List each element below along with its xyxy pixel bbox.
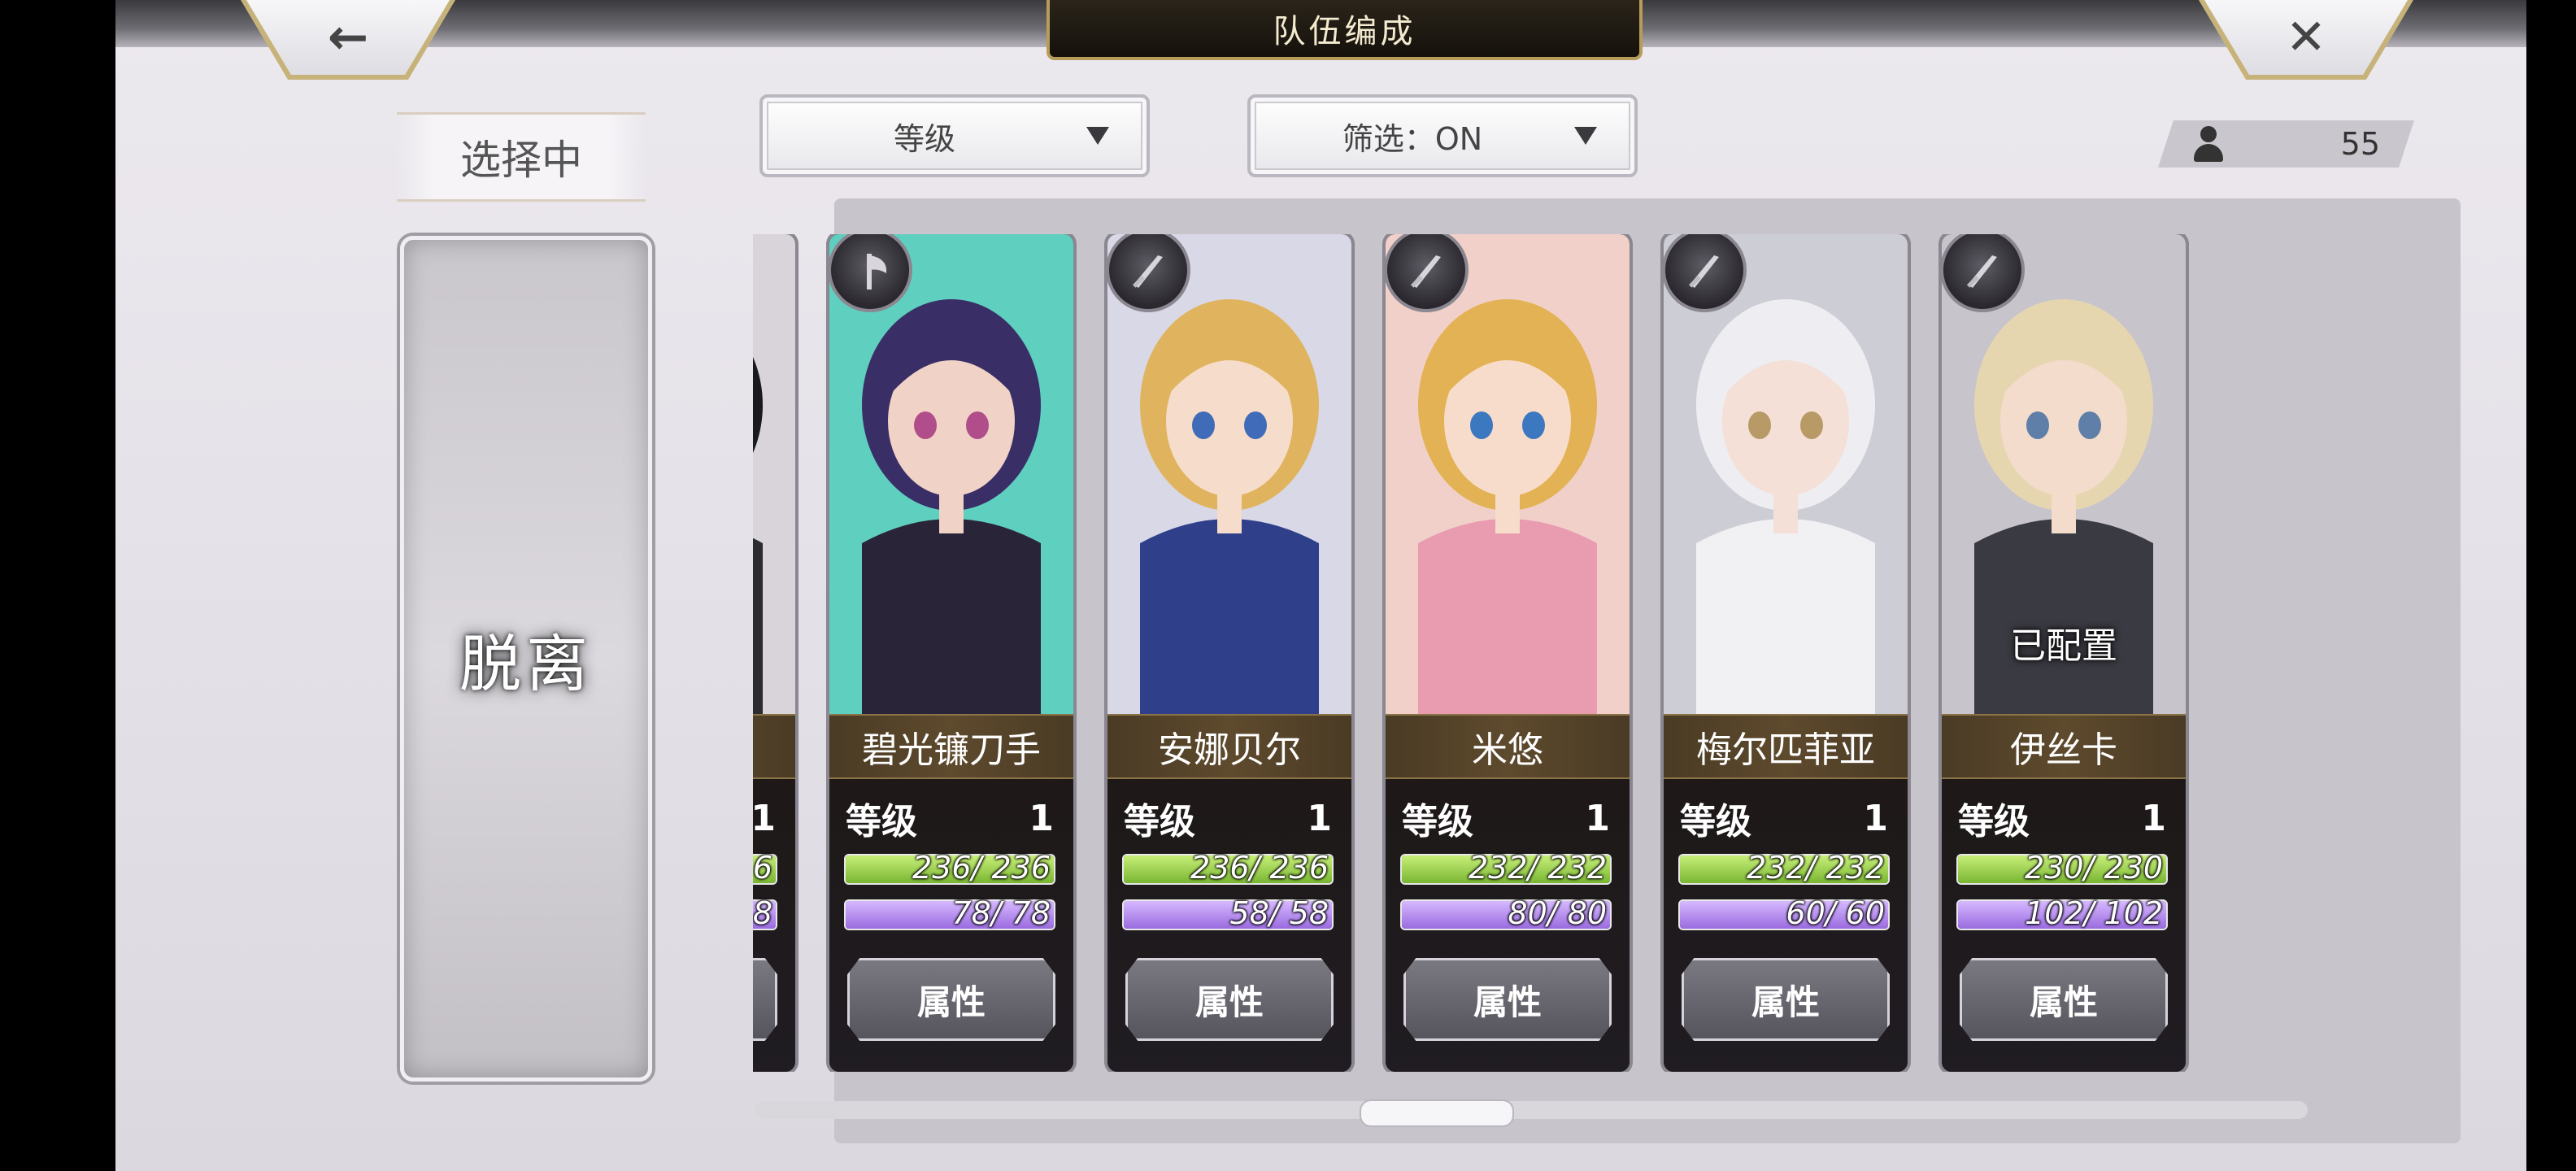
character-card[interactable]: 安娜贝尔等级 1 236/ 236 58/ 58 属性 [1107,234,1351,1072]
party-count-badge: 55 [2158,120,2414,168]
level-row: 等级 1 [1402,795,1610,843]
mp-value: 58/ 58 [1229,895,1329,931]
hp-value: 232/ 232 [1469,850,1607,886]
attributes-button[interactable]: 属性 [753,958,777,1041]
mp-value: 102/ 102 [2025,895,2163,931]
carousel-scroll-track[interactable] [755,1101,2308,1119]
level-value: 1 [1863,797,1888,839]
attributes-button[interactable]: 属性 [1125,958,1334,1041]
carousel-scroll-thumb[interactable] [1360,1099,1514,1127]
character-name: 碧光镰刀手 [829,714,1073,779]
level-label: 等级 [1680,801,1751,842]
person-icon [2192,126,2225,162]
level-value: 1 [2141,797,2166,839]
chevron-down-icon [1574,127,1597,145]
level-label: 等级 [846,801,917,842]
character-card[interactable]: 米悠等级 1 232/ 232 80/ 80 属性 [1386,234,1630,1072]
hp-value: 236/ 236 [912,850,1051,886]
hp-value: 232/ 232 [1747,850,1885,886]
level-row: 等级 1 [1124,795,1332,843]
mp-value: 78/ 78 [951,895,1051,931]
character-name: 伊丝卡 [1942,714,2186,779]
level-row: 等级 1 [846,795,1054,843]
sort-dropdown[interactable]: 等级 [759,94,1150,177]
character-info: 米悠等级 1 232/ 232 80/ 80 属性 [1386,714,1630,1072]
sort-dropdown-value: 等级 [893,120,955,157]
character-name: 米悠 [1386,714,1630,779]
close-button[interactable]: ✕ [2204,0,2408,75]
level-row: 等级1 [753,795,776,841]
character-name: 桔梗 [753,714,795,779]
mp-value: 80/ 80 [1508,895,1607,931]
close-icon: ✕ [2285,9,2327,66]
filter-dropdown[interactable]: 筛选：ON [1247,94,1638,177]
character-portrait [753,234,795,722]
leave-label: 脱离 [459,628,593,700]
character-name: 梅尔匹菲亚 [1664,714,1908,779]
back-arrow-icon: ← [327,9,369,66]
hp-value: 236/ 236 [753,850,772,886]
character-card[interactable]: 已配置伊丝卡等级 1 230/ 230 102/ 102 属性 [1942,234,2186,1072]
character-info: 桔梗等级1 236/ 236 58/ 58 属性 [753,714,795,1072]
character-carousel[interactable]: 桔梗等级1236/ 23658/ 58属性碧光镰刀手等级1236/ 23678/… [753,234,2306,1072]
back-button[interactable]: ← [246,0,450,75]
party-count: 55 [2340,126,2380,162]
level-value: 1 [1585,797,1610,839]
chevron-down-icon [1086,127,1109,145]
character-card[interactable]: 碧光镰刀手等级 1 236/ 236 78/ 78 属性 [829,234,1073,1072]
attributes-button[interactable]: 属性 [1960,958,2168,1041]
level-value: 1 [753,797,776,839]
page-title: 队伍编成 [1046,0,1643,60]
level-value: 1 [1029,797,1054,839]
character-card[interactable]: 梅尔匹菲亚等级 1 232/ 232 60/ 60 属性 [1664,234,1908,1072]
character-info: 梅尔匹菲亚等级 1 232/ 232 60/ 60 属性 [1664,714,1908,1072]
mp-value: 60/ 60 [1786,895,1885,931]
character-card[interactable]: 桔梗等级1 236/ 236 58/ 58 属性 [753,234,795,1072]
hp-value: 230/ 230 [2025,850,2163,886]
character-info: 安娜贝尔等级 1 236/ 236 58/ 58 属性 [1107,714,1351,1072]
level-label: 等级 [1958,801,2030,842]
level-value: 1 [1307,797,1332,839]
attributes-button[interactable]: 属性 [847,958,1055,1041]
deployed-label: 已配置 [2010,625,2117,667]
level-row: 等级 1 [1958,795,2166,843]
filter-dropdown-value: 筛选：ON [1342,120,1483,157]
leave-slot-button[interactable]: 脱离 [400,236,652,1082]
character-info: 伊丝卡等级 1 230/ 230 102/ 102 属性 [1942,714,2186,1072]
attributes-button[interactable]: 属性 [1682,958,1890,1041]
mp-value: 58/ 58 [753,895,772,931]
hp-value: 236/ 236 [1190,850,1329,886]
selecting-label: 选择中 [397,112,646,202]
level-label: 等级 [1124,801,1195,842]
attributes-button[interactable]: 属性 [1403,958,1612,1041]
character-info: 碧光镰刀手等级 1 236/ 236 78/ 78 属性 [829,714,1073,1072]
level-label: 等级 [1402,801,1473,842]
character-name: 安娜贝尔 [1107,714,1351,779]
level-row: 等级 1 [1680,795,1888,843]
